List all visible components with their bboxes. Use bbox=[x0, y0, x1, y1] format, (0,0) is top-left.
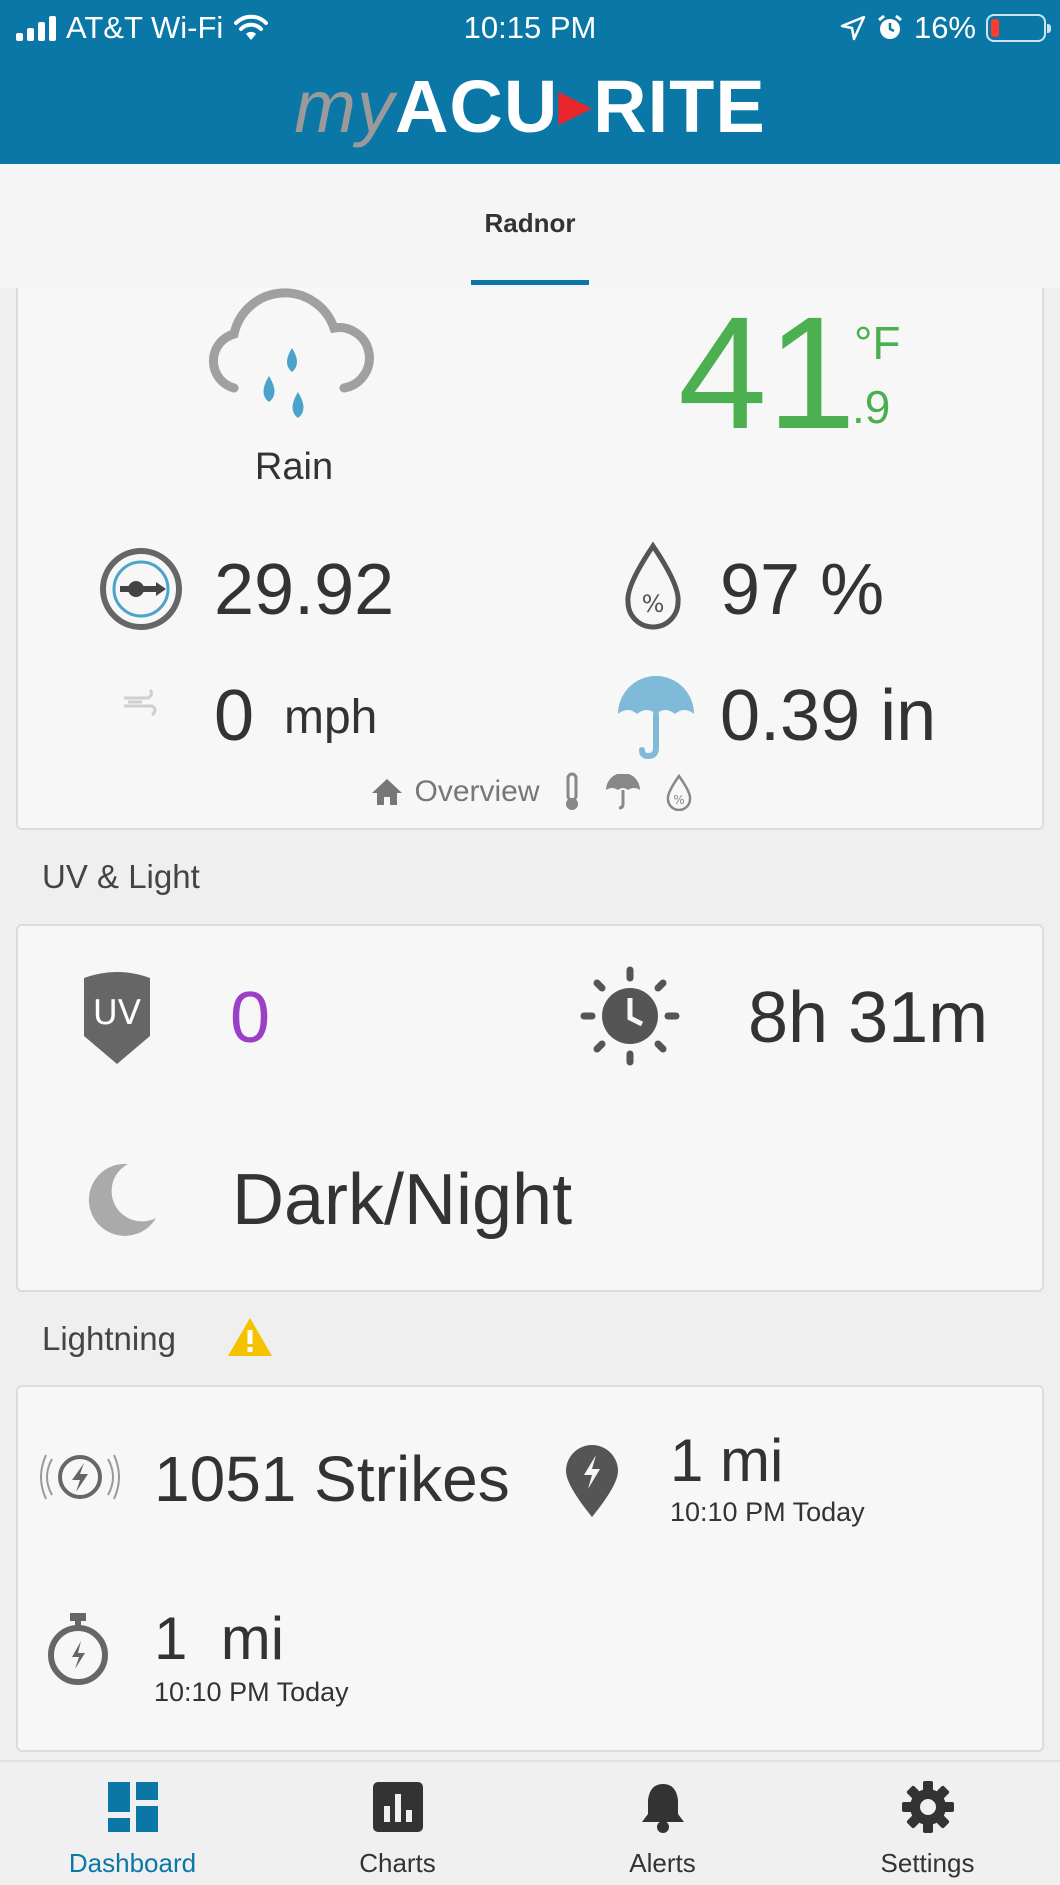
thermometer-icon[interactable] bbox=[562, 772, 582, 812]
lightning-card[interactable]: 1051 Strikes 1 mi 10:10 PM Today 1 mi 10… bbox=[16, 1385, 1044, 1752]
humidity-drop-icon: % bbox=[625, 541, 681, 630]
warning-icon[interactable] bbox=[226, 1316, 274, 1358]
nav-dashboard[interactable]: Dashboard bbox=[0, 1762, 265, 1885]
temperature-unit: °F bbox=[854, 317, 901, 369]
bell-icon bbox=[642, 1784, 684, 1833]
tab-active-indicator bbox=[471, 280, 589, 285]
humidity-value: 97 % bbox=[720, 550, 885, 630]
wind-speed-value: 0 bbox=[214, 676, 255, 756]
myacurite-logo: myACU▶RITE bbox=[294, 65, 766, 148]
wind-speed-unit: mph bbox=[284, 691, 378, 744]
stopwatch-icon bbox=[48, 1613, 108, 1685]
status-bar: AT&T Wi-Fi 10:15 PM 16% bbox=[0, 0, 1060, 56]
gear-icon bbox=[902, 1781, 954, 1833]
nav-settings[interactable]: Settings bbox=[795, 1762, 1060, 1885]
location-arrow-icon bbox=[840, 15, 866, 41]
last-strike-time: 10:10 PM Today bbox=[154, 1677, 349, 1707]
lightning-section-title: Lightning bbox=[42, 1320, 176, 1357]
light-condition-value: Dark/Night bbox=[232, 1160, 573, 1240]
uv-light-section-title: UV & Light bbox=[42, 858, 200, 895]
nav-charts-label: Charts bbox=[359, 1848, 436, 1878]
charts-icon bbox=[373, 1782, 423, 1832]
weather-overview-card[interactable]: Rain 41 °F .9 29.92 % 97 % 0 mph 0.39 in… bbox=[16, 288, 1044, 830]
bottom-navigation: Dashboard Charts Alerts Settings bbox=[0, 1760, 1060, 1885]
alarm-icon bbox=[878, 14, 902, 39]
lightning-strikes-icon bbox=[40, 1454, 120, 1500]
rainfall-value: 0.39 in bbox=[720, 676, 937, 756]
uv-light-card[interactable]: UV 0 8h 31m Dark/Night bbox=[16, 924, 1044, 1292]
closest-strike-time: 10:10 PM Today bbox=[670, 1497, 865, 1527]
last-strike-distance: 1 mi bbox=[154, 1605, 285, 1672]
svg-text:%: % bbox=[673, 793, 684, 807]
pressure-value: 29.92 bbox=[214, 550, 395, 630]
daylight-sun-clock-icon bbox=[580, 966, 680, 1066]
overview-pager: Overview % bbox=[18, 772, 1046, 812]
umbrella-small-icon[interactable] bbox=[604, 774, 642, 810]
svg-text:%: % bbox=[642, 590, 665, 618]
nav-charts[interactable]: Charts bbox=[265, 1762, 530, 1885]
nav-settings-label: Settings bbox=[880, 1848, 975, 1878]
svg-text:UV: UV bbox=[93, 993, 141, 1033]
overview-tab[interactable]: Overview bbox=[370, 775, 540, 809]
lightning-location-pin-icon bbox=[566, 1445, 618, 1517]
battery-icon bbox=[986, 14, 1051, 42]
logo-arrow-icon: ▶ bbox=[558, 81, 594, 130]
app-header: AT&T Wi-Fi 10:15 PM 16% myACU▶RITE bbox=[0, 0, 1060, 164]
dashboard-icon bbox=[108, 1782, 158, 1832]
weather-condition: Rain bbox=[254, 446, 334, 488]
temperature-value: 41 bbox=[678, 283, 856, 462]
uv-index-value: 0 bbox=[230, 978, 271, 1058]
umbrella-icon bbox=[618, 676, 694, 760]
daylight-duration-value: 8h 31m bbox=[748, 978, 989, 1058]
lightning-strikes-value: 1051 Strikes bbox=[154, 1443, 510, 1515]
closest-strike-distance: 1 mi bbox=[670, 1427, 784, 1494]
humidity-small-icon[interactable]: % bbox=[664, 773, 694, 811]
nav-alerts[interactable]: Alerts bbox=[530, 1762, 795, 1885]
nav-dashboard-label: Dashboard bbox=[68, 1848, 197, 1878]
barometer-icon bbox=[100, 548, 182, 630]
rain-cloud-icon bbox=[208, 288, 374, 418]
home-icon bbox=[372, 779, 403, 805]
overview-label: Overview bbox=[414, 775, 540, 808]
wind-icon bbox=[124, 688, 157, 717]
battery-percent: 16% bbox=[913, 10, 976, 45]
moon-icon bbox=[88, 1163, 156, 1236]
nav-alerts-label: Alerts bbox=[629, 1848, 696, 1878]
location-tab-bar: Radnor bbox=[0, 164, 1060, 288]
uv-shield-icon: UV bbox=[84, 972, 150, 1064]
tab-radnor[interactable]: Radnor bbox=[470, 208, 590, 239]
temperature-decimal: .9 bbox=[852, 381, 891, 433]
